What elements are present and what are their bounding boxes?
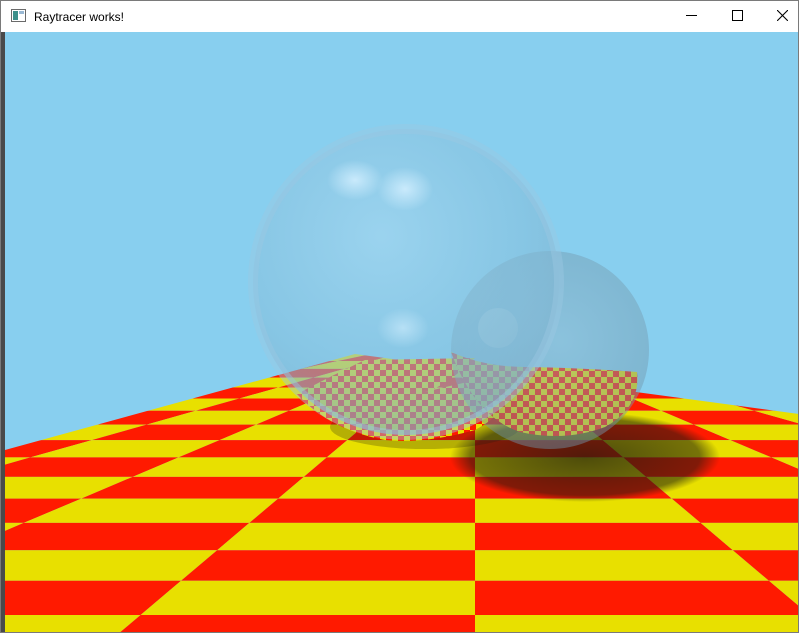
glass-highlight-3 [377,308,429,348]
glass-highlight-1 [327,160,383,200]
close-button[interactable] [759,1,798,32]
floor-tile [475,498,701,523]
close-icon [776,8,788,26]
floor-tile [140,580,475,615]
app-window: Raytracer works! [0,0,799,633]
floor-tile [278,476,475,499]
floor-tile [5,550,218,581]
minimize-icon [685,8,697,26]
window-title: Raytracer works! [34,10,125,24]
floor-tile [249,498,475,523]
raytraced-scene [5,32,798,632]
floor-tile [5,522,250,551]
glass-highlight-2 [377,167,433,211]
floor-tile [475,522,733,551]
floor-tile [95,614,475,632]
title-bar[interactable]: Raytracer works! [1,1,798,32]
minimize-button[interactable] [668,1,714,32]
maximize-button[interactable] [714,1,760,32]
maximize-icon [731,8,743,26]
floor-tile [475,580,798,615]
app-window-icon [11,9,26,22]
floor-tile [475,614,798,632]
render-viewport [5,32,798,632]
floor-tile [5,614,141,632]
floor-tile [303,457,475,477]
floor-tile [181,550,475,581]
floor-tile [217,522,476,551]
floor-tile [475,550,769,581]
